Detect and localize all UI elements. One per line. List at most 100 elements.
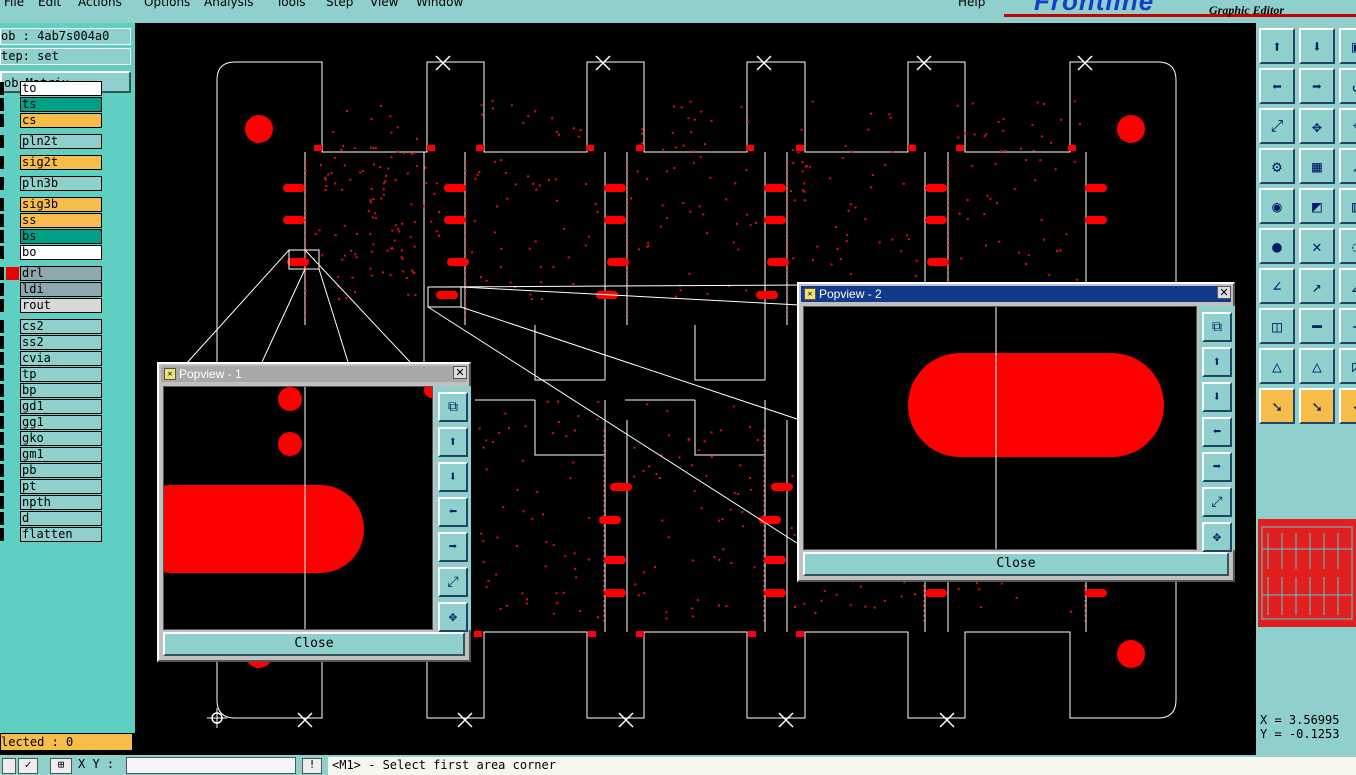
layer-name[interactable]: d xyxy=(20,511,102,526)
mode-toggle[interactable] xyxy=(2,758,16,774)
layer-row-d[interactable]: d xyxy=(0,511,104,527)
pan-up-icon[interactable]: ⬆ xyxy=(1259,28,1295,64)
popview-2-close-button[interactable]: Close xyxy=(803,552,1229,576)
layer-icon[interactable]: ◩ xyxy=(1299,188,1335,224)
grid-icon[interactable]: ▦ xyxy=(1299,148,1335,184)
circle-icon[interactable]: ◌ xyxy=(1339,228,1356,264)
layer-row-cs[interactable]: cs xyxy=(0,113,104,129)
popview-1-close-button[interactable]: Close xyxy=(163,632,465,656)
zoom-fit-icon[interactable]: ⤢ xyxy=(438,567,468,597)
layer-name[interactable]: sig3b xyxy=(20,197,102,212)
layer-row-cvia[interactable]: cvia xyxy=(0,351,104,367)
line-icon[interactable]: ↗ xyxy=(1299,268,1335,304)
zoom-fit-icon[interactable]: ⤢ xyxy=(1259,108,1295,144)
menu-options[interactable]: Options xyxy=(144,0,190,9)
layer-name[interactable]: pln2t xyxy=(20,134,102,149)
layer-row-bp[interactable]: bp xyxy=(0,383,104,399)
menu-tools[interactable]: Tools xyxy=(276,0,306,9)
layer-name[interactable]: ss xyxy=(20,213,102,228)
menu-analysis[interactable]: Analysis xyxy=(204,0,253,9)
menu-view[interactable]: View xyxy=(370,0,398,9)
layer-name[interactable]: cs2 xyxy=(20,319,102,334)
pointer-icon[interactable]: ➘ xyxy=(1259,388,1295,424)
angle-icon[interactable]: ∠ xyxy=(1259,268,1295,304)
layer-row-npth[interactable]: npth xyxy=(0,495,104,511)
popview-2-window[interactable]: Popview - 2 ✕ ✕ ⧉ ⬆ ⬇ ⬅ ➡ ⤢ ✥ Close xyxy=(797,282,1235,582)
pan-down-icon[interactable]: ⬇ xyxy=(438,462,468,492)
pan-right-icon[interactable]: ➡ xyxy=(1202,452,1232,482)
popview-2-titlebar[interactable]: Popview - 2 xyxy=(801,286,1231,302)
layer-row-gg1[interactable]: gg1 xyxy=(0,415,104,431)
layer-row-gd1[interactable]: gd1 xyxy=(0,399,104,415)
layer-name[interactable]: gko xyxy=(20,431,102,446)
layer-row-ss2[interactable]: ss2 xyxy=(0,335,104,351)
layer-row-rout[interactable]: rout xyxy=(0,298,104,314)
layer-name[interactable]: ldi xyxy=(20,282,102,297)
pointer-select-icon[interactable]: ➘ xyxy=(1299,388,1335,424)
pan-left-icon[interactable]: ⬅ xyxy=(438,497,468,527)
layer-row-cs2[interactable]: cs2 xyxy=(0,319,104,335)
layer-row-bo[interactable]: bo xyxy=(0,245,104,261)
check-icon[interactable]: ✓ xyxy=(18,758,38,774)
layer-name[interactable]: tp xyxy=(20,367,102,382)
feature-icon[interactable]: ◉ xyxy=(1259,188,1295,224)
layer-name[interactable]: sig2t xyxy=(20,155,102,170)
dash-icon[interactable]: ━ xyxy=(1299,308,1335,344)
layer-name[interactable]: ts xyxy=(20,97,102,112)
polygon-alt-icon[interactable]: △ xyxy=(1299,348,1335,384)
layer-name[interactable]: bo xyxy=(20,245,102,260)
layer-name[interactable]: gd1 xyxy=(20,399,102,414)
layer-row-pln3b[interactable]: pln3b xyxy=(0,176,104,192)
layer-name[interactable]: pt xyxy=(20,479,102,494)
layer-row-pb[interactable]: pb xyxy=(0,463,104,479)
popview-2-close-icon[interactable]: ✕ xyxy=(1217,286,1231,299)
triangle-icon[interactable]: ⊿ xyxy=(1339,268,1356,304)
layer-name[interactable]: bs xyxy=(20,229,102,244)
copy-icon[interactable]: ⧉ xyxy=(438,392,468,422)
layer-name[interactable]: ss2 xyxy=(20,335,102,350)
pan-down-icon[interactable]: ⬇ xyxy=(1299,28,1335,64)
window-menu-icon[interactable]: ✕ xyxy=(164,368,176,380)
grid-icon[interactable]: ⊞ xyxy=(50,758,72,774)
layer-row-pln2t[interactable]: pln2t xyxy=(0,134,104,150)
menu-help[interactable]: Help xyxy=(958,0,985,9)
pan-up-icon[interactable]: ⬆ xyxy=(438,427,468,457)
corner-icon[interactable]: ◸ xyxy=(1339,348,1356,384)
menu-step[interactable]: Step xyxy=(326,0,353,9)
measure-icon[interactable]: ⌖ xyxy=(1339,108,1356,144)
snap-icon[interactable]: ↗ xyxy=(1339,148,1356,184)
redraw-icon[interactable]: ↺ xyxy=(1339,68,1356,104)
layer-name[interactable]: bp xyxy=(20,383,102,398)
pan-left-icon[interactable]: ⬅ xyxy=(1259,68,1295,104)
layer-name[interactable]: to xyxy=(20,81,102,96)
xy-input[interactable] xyxy=(126,757,296,774)
pan-down-icon[interactable]: ⬇ xyxy=(1202,382,1232,412)
layer-name[interactable]: gg1 xyxy=(20,415,102,430)
pan-right-icon[interactable]: ➡ xyxy=(1299,68,1335,104)
layer-name[interactable]: npth xyxy=(20,495,102,510)
layer-row-sig2t[interactable]: sig2t xyxy=(0,155,104,171)
popview-1-viewport[interactable] xyxy=(163,386,433,630)
settings-icon[interactable]: ⚙ xyxy=(1259,148,1295,184)
menu-window[interactable]: Window xyxy=(416,0,463,9)
layer-row-drl[interactable]: drl xyxy=(0,266,104,282)
menu-file[interactable]: File xyxy=(4,0,24,9)
zoom-center-icon[interactable]: ✥ xyxy=(438,602,468,632)
layer-name[interactable]: rout xyxy=(20,298,102,313)
zoom-center-icon[interactable]: ✥ xyxy=(1299,108,1335,144)
star-icon[interactable]: ✦ xyxy=(1339,388,1356,424)
copy-icon[interactable]: ⧉ xyxy=(1202,312,1232,342)
layer-row-flatten[interactable]: flatten xyxy=(0,527,104,543)
board-overview-minimap[interactable] xyxy=(1258,519,1356,627)
pan-right-icon[interactable]: ➡ xyxy=(438,532,468,562)
layer-row-ss[interactable]: ss xyxy=(0,213,104,229)
layer-name[interactable]: flatten xyxy=(20,527,102,542)
layer-row-sig3b[interactable]: sig3b xyxy=(0,197,104,213)
info-icon[interactable]: ! xyxy=(302,758,322,774)
layer-name[interactable]: pln3b xyxy=(20,176,102,191)
zoom-fit-icon[interactable]: ⤢ xyxy=(1202,487,1232,517)
cross-icon[interactable]: ✕ xyxy=(1299,228,1335,264)
layer-row-pt[interactable]: pt xyxy=(0,479,104,495)
layer-row-tp[interactable]: tp xyxy=(0,367,104,383)
layer-name[interactable]: pb xyxy=(20,463,102,478)
